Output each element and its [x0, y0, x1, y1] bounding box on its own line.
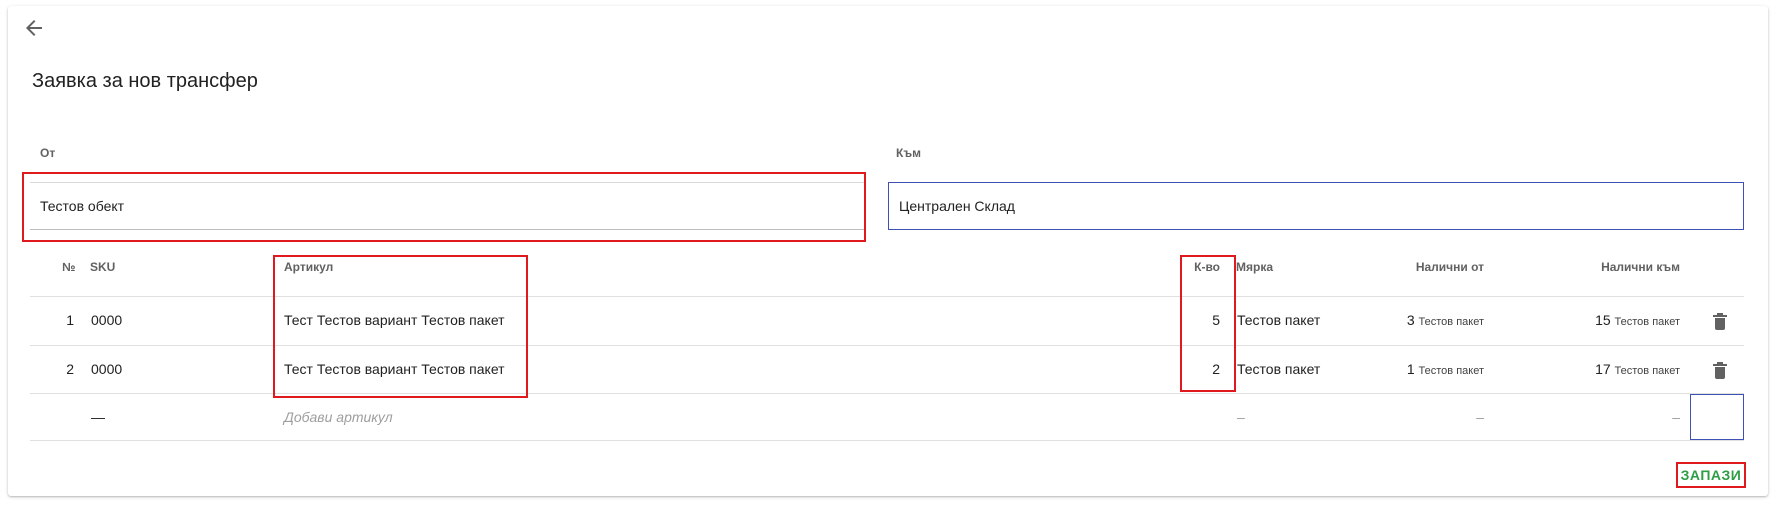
- row-quantity[interactable]: 2: [1180, 361, 1220, 377]
- available-to-unit: Тестов пакет: [1614, 316, 1680, 328]
- row-sku: 0000: [91, 361, 123, 377]
- to-location-field[interactable]: Централен Склад: [888, 182, 1744, 230]
- row-available-to: 17 Тестов пакет: [1560, 361, 1680, 377]
- column-header-article: Артикул: [284, 260, 334, 274]
- to-location-value: Централен Склад: [899, 198, 1015, 214]
- column-header-unit: Мярка: [1236, 260, 1274, 274]
- from-location-value: Тестов обект: [40, 198, 125, 214]
- available-to-number: 17: [1595, 361, 1611, 377]
- from-label: От: [40, 146, 56, 160]
- column-header-quantity: К-во: [1194, 260, 1220, 274]
- page-title: Заявка за нов трансфер: [32, 70, 258, 92]
- save-button[interactable]: ЗАПАЗИ: [1676, 462, 1746, 488]
- add-row-unit-dash: –: [1237, 409, 1245, 425]
- row-unit: Тестов пакет: [1237, 312, 1321, 328]
- available-to-number: 15: [1595, 312, 1611, 328]
- row-sku: 0000: [91, 312, 123, 328]
- add-row-available-from-dash: –: [1476, 409, 1484, 425]
- row-available-from: 1 Тестов пакет: [1380, 361, 1484, 377]
- to-label: Към: [896, 146, 921, 160]
- back-arrow-icon[interactable]: [22, 16, 46, 40]
- add-row-available-to-dash: –: [1672, 409, 1680, 425]
- row-available-from: 3 Тестов пакет: [1380, 312, 1484, 328]
- available-from-unit: Тестов пакет: [1418, 365, 1484, 377]
- row-article: Тест Тестов вариант Тестов пакет: [284, 312, 505, 328]
- available-from-number: 3: [1406, 312, 1415, 328]
- row-divider: [30, 393, 1744, 394]
- row-divider: [30, 296, 1744, 297]
- available-from-unit: Тестов пакет: [1418, 316, 1484, 328]
- row-quantity[interactable]: 5: [1180, 312, 1220, 328]
- row-article: Тест Тестов вариант Тестов пакет: [284, 361, 505, 377]
- add-row-action-box[interactable]: [1690, 394, 1744, 440]
- add-article-input[interactable]: Добави артикул: [284, 409, 393, 425]
- row-divider: [30, 345, 1744, 346]
- available-to-unit: Тестов пакет: [1614, 365, 1680, 377]
- column-header-available-to: Налични към: [1601, 260, 1680, 274]
- column-header-available-from: Налични от: [1415, 260, 1484, 274]
- from-location-field[interactable]: Тестов обект: [30, 182, 864, 230]
- transfer-request-card: [8, 6, 1768, 496]
- row-available-to: 15 Тестов пакет: [1560, 312, 1680, 328]
- row-divider: [30, 440, 1744, 441]
- row-unit: Тестов пакет: [1237, 361, 1321, 377]
- row-number: 1: [66, 312, 74, 328]
- column-header-sku: SKU: [90, 260, 116, 274]
- available-from-number: 1: [1406, 361, 1415, 377]
- delete-row-trash-icon[interactable]: [1713, 313, 1727, 331]
- add-row-sku-dash: —: [91, 409, 105, 425]
- row-number: 2: [66, 361, 74, 377]
- column-header-number: №: [62, 260, 76, 274]
- delete-row-trash-icon[interactable]: [1713, 362, 1727, 380]
